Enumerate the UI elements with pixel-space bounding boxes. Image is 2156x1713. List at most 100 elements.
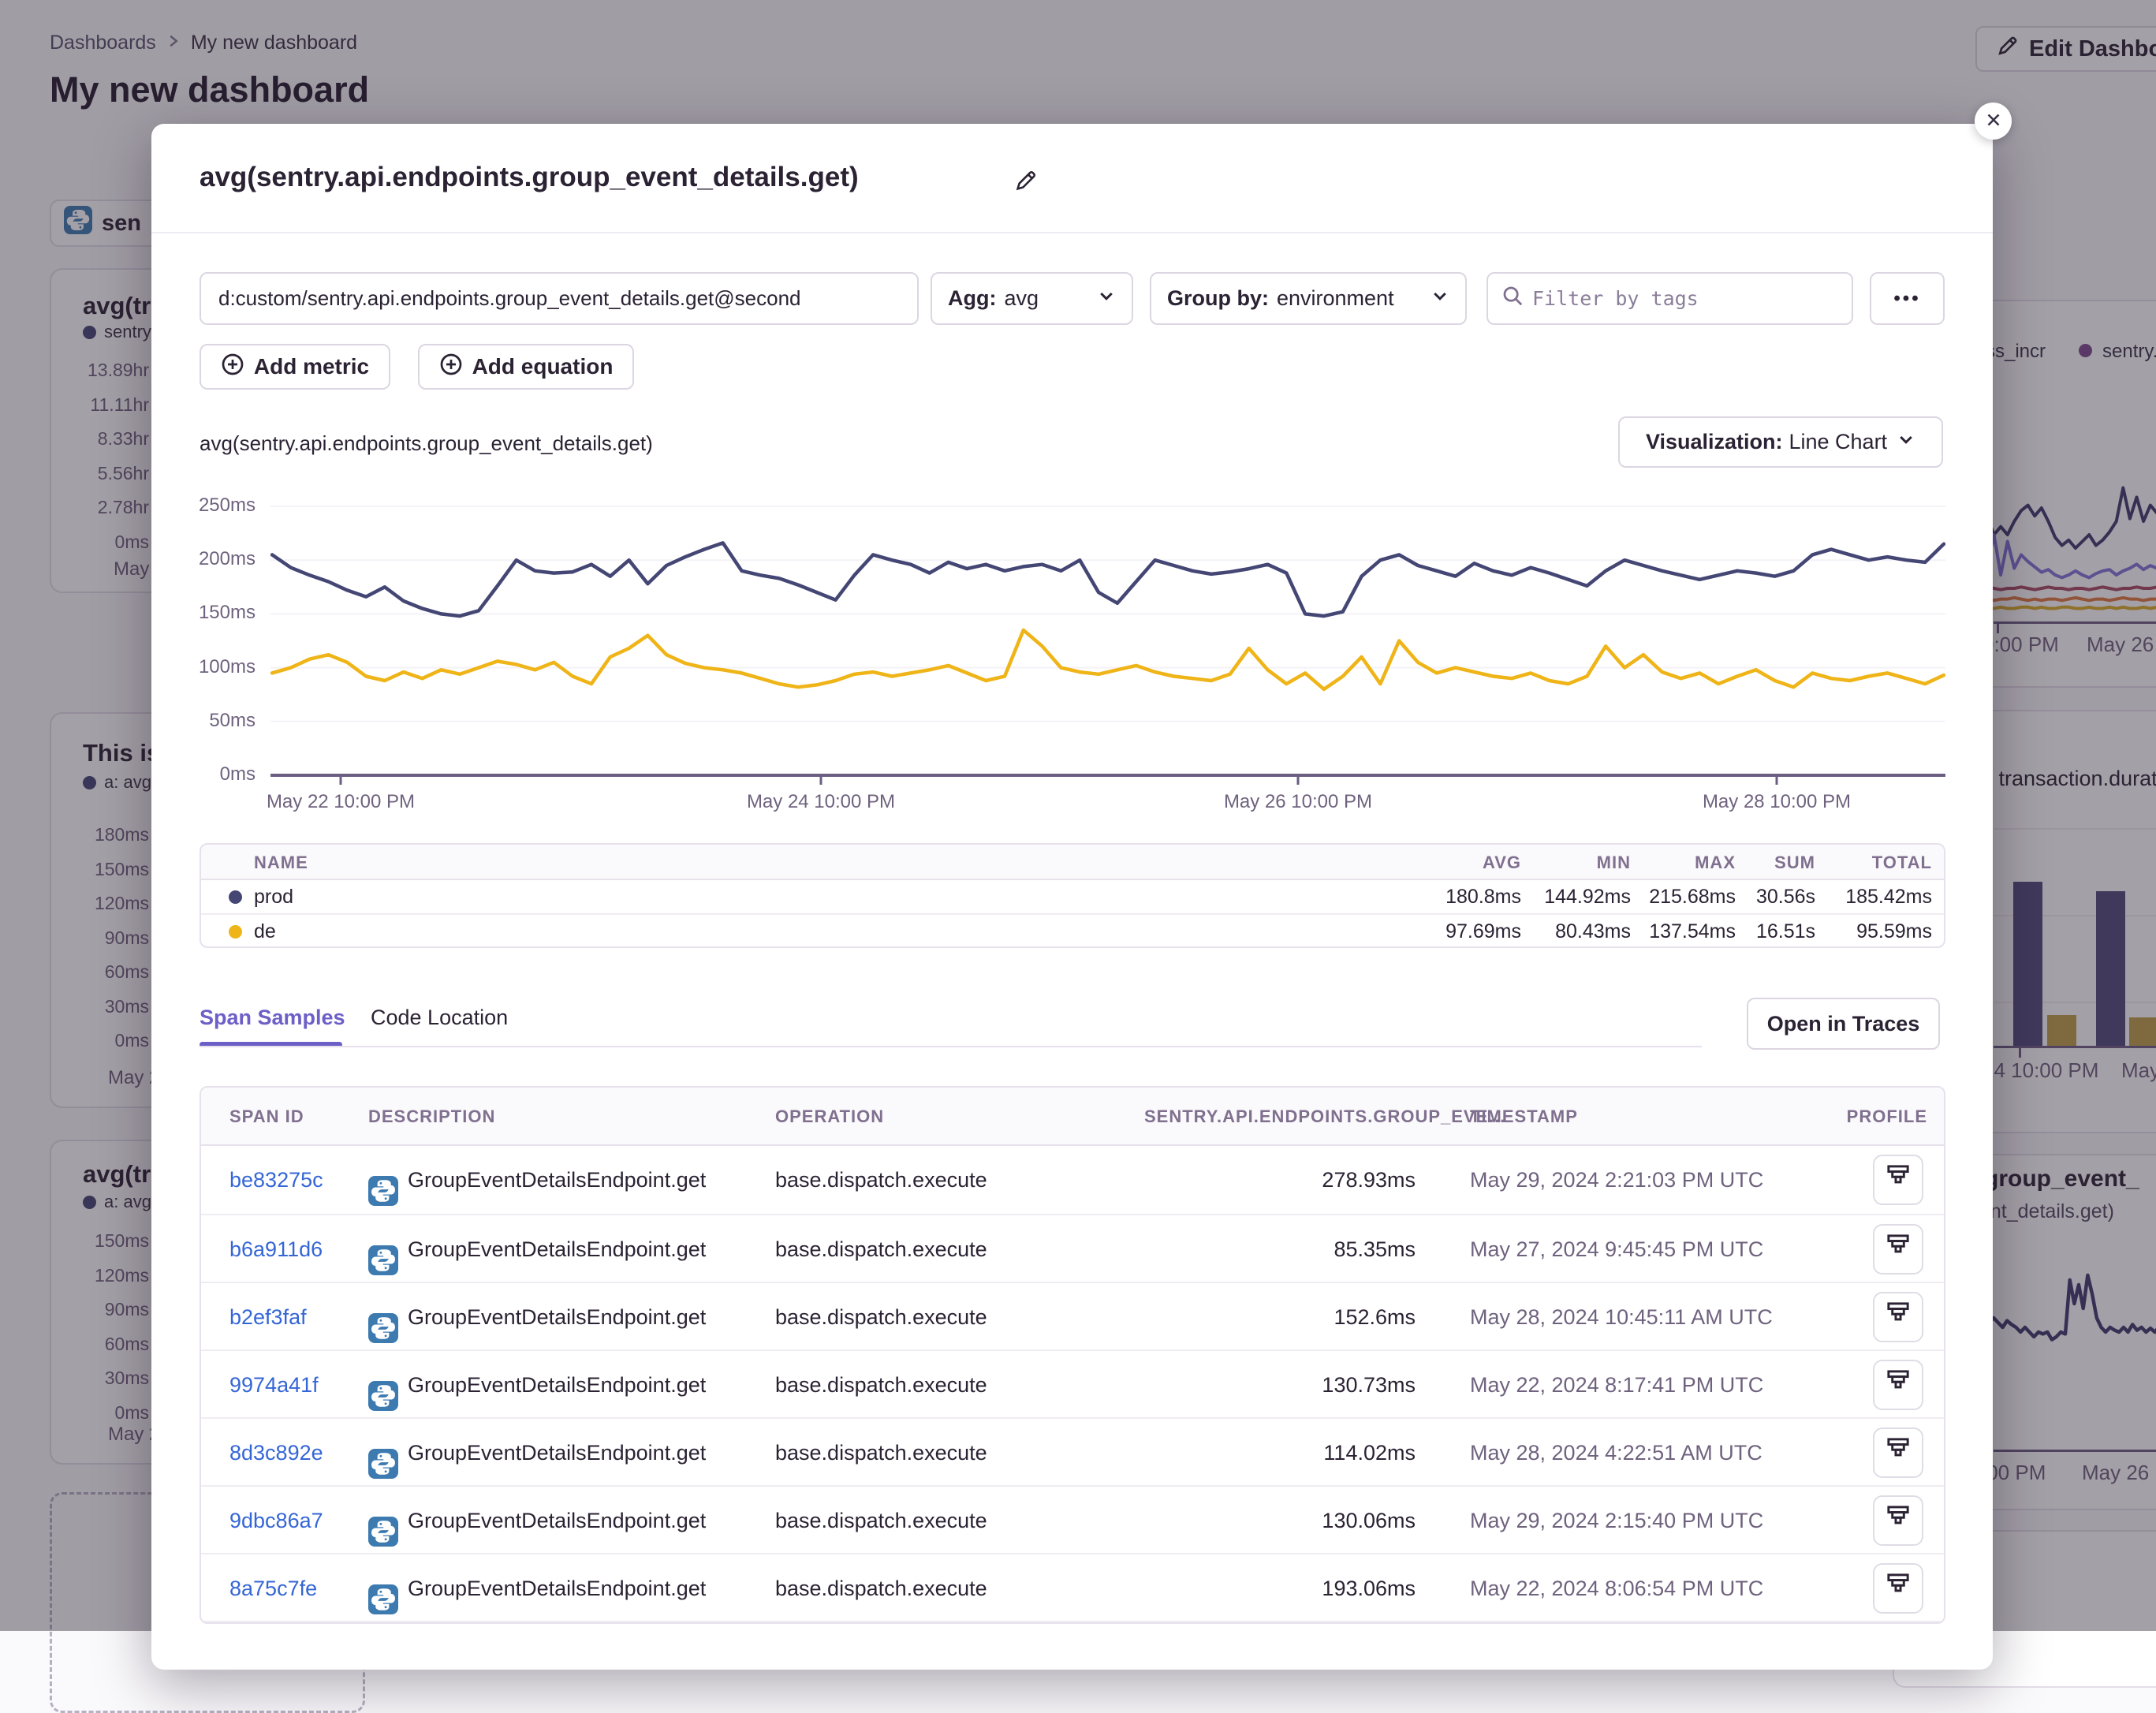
- span-sample-row[interactable]: be83275c GroupEventDetailsEndpoint.get b…: [201, 1146, 1944, 1214]
- axis-tick-label: May 26 10:00 PM: [1180, 791, 1416, 813]
- column-header[interactable]: AVG: [1395, 845, 1521, 880]
- span-duration-value: 278.93ms: [1147, 1146, 1416, 1214]
- flame-chart-icon: [1885, 1215, 1912, 1283]
- axis-tick-label: May 28 10:00 PM: [1658, 791, 1895, 813]
- span-operation: base.dispatch.execute: [775, 1146, 987, 1214]
- flame-chart-icon: [1885, 1146, 1912, 1214]
- span-id-link[interactable]: 8d3c892e: [229, 1419, 323, 1487]
- span-sample-row[interactable]: 8a75c7fe GroupEventDetailsEndpoint.get b…: [201, 1553, 1944, 1621]
- samples-rows: be83275c GroupEventDetailsEndpoint.get b…: [201, 1146, 1944, 1622]
- chevron-down-icon: [1430, 286, 1449, 311]
- span-sample-row[interactable]: b2ef3faf GroupEventDetailsEndpoint.get b…: [201, 1282, 1944, 1349]
- profile-button[interactable]: [1873, 1563, 1923, 1614]
- python-icon: [368, 1573, 398, 1624]
- chart-title: avg(sentry.api.endpoints.group_event_det…: [200, 431, 653, 456]
- tab-code-location[interactable]: Code Location: [371, 1006, 508, 1030]
- query-overflow-menu-button[interactable]: •••: [1870, 272, 1945, 325]
- open-in-traces-button[interactable]: Open in Traces: [1747, 998, 1940, 1050]
- y-axis: 250ms200ms150ms100ms50ms0ms: [151, 494, 256, 817]
- tab-span-samples[interactable]: Span Samples: [200, 1006, 345, 1030]
- span-operation: base.dispatch.execute: [775, 1351, 987, 1419]
- column-header[interactable]: SUM: [1689, 845, 1815, 880]
- column-header[interactable]: OPERATION: [775, 1088, 884, 1146]
- search-icon: [1501, 284, 1524, 313]
- profile-button[interactable]: [1873, 1495, 1923, 1546]
- header-divider: [151, 232, 1993, 233]
- column-header[interactable]: NAME: [254, 845, 308, 880]
- span-sample-row[interactable]: 9dbc86a7 GroupEventDetailsEndpoint.get b…: [201, 1485, 1944, 1553]
- series-total: 95.59ms: [1806, 915, 1932, 948]
- axis-tick-label: May 22 10:00 PM: [222, 791, 459, 813]
- span-sample-row[interactable]: b6a911d6 GroupEventDetailsEndpoint.get b…: [201, 1214, 1944, 1282]
- span-duration-value: 193.06ms: [1147, 1554, 1416, 1622]
- profile-button[interactable]: [1873, 1155, 1923, 1205]
- series-color-dot: [229, 890, 242, 904]
- span-description: GroupEventDetailsEndpoint.get: [408, 1419, 706, 1487]
- column-header[interactable]: PROFILE: [1801, 1088, 1927, 1146]
- flame-chart-icon: [1885, 1283, 1912, 1351]
- summary-header-row: NAME AVG MIN MAX SUM TOTAL: [201, 845, 1944, 880]
- span-duration-value: 85.35ms: [1147, 1215, 1416, 1283]
- plus-circle-icon: [439, 353, 463, 382]
- span-timestamp: May 22, 2024 8:06:54 PM UTC: [1470, 1554, 1763, 1622]
- flame-chart-icon: [1885, 1419, 1912, 1487]
- span-timestamp: May 29, 2024 2:15:40 PM UTC: [1470, 1487, 1763, 1554]
- span-id-link[interactable]: be83275c: [229, 1146, 323, 1214]
- axis-tick-label: 50ms: [151, 710, 256, 763]
- span-operation: base.dispatch.execute: [775, 1283, 987, 1351]
- modal-title: avg(sentry.api.endpoints.group_event_det…: [200, 162, 859, 193]
- aggregation-dropdown[interactable]: Agg:avg: [931, 272, 1133, 325]
- span-operation: base.dispatch.execute: [775, 1487, 987, 1554]
- column-header[interactable]: TOTAL: [1806, 845, 1932, 880]
- span-id-link[interactable]: b6a911d6: [229, 1215, 323, 1283]
- span-sample-row[interactable]: 8d3c892e GroupEventDetailsEndpoint.get b…: [201, 1417, 1944, 1485]
- span-description: GroupEventDetailsEndpoint.get: [408, 1554, 706, 1622]
- profile-button[interactable]: [1873, 1224, 1923, 1274]
- summary-row[interactable]: prod 180.8ms 144.92ms 215.68ms 30.56s 18…: [201, 880, 1944, 913]
- column-header[interactable]: TIMESTAMP: [1470, 1088, 1578, 1146]
- group-by-dropdown[interactable]: Group by:environment: [1150, 272, 1467, 325]
- span-duration-value: 152.6ms: [1147, 1283, 1416, 1351]
- span-operation: base.dispatch.execute: [775, 1554, 987, 1622]
- series-avg: 180.8ms: [1395, 880, 1521, 913]
- tab-divider: [200, 1046, 1702, 1047]
- aggregation-text: Agg:avg: [948, 286, 1039, 311]
- column-header[interactable]: SPAN ID: [229, 1088, 304, 1146]
- profile-button[interactable]: [1873, 1292, 1923, 1342]
- metric-line-chart[interactable]: [270, 489, 1945, 789]
- span-timestamp: May 22, 2024 8:17:41 PM UTC: [1470, 1351, 1763, 1419]
- tag-filter-input[interactable]: [1532, 287, 1839, 310]
- add-metric-button[interactable]: Add metric: [200, 344, 390, 390]
- series-sum: 30.56s: [1689, 880, 1815, 913]
- series-color-dot: [229, 925, 242, 939]
- edit-title-pencil-icon[interactable]: [1013, 168, 1039, 197]
- column-header[interactable]: DESCRIPTION: [368, 1088, 495, 1146]
- axis-tick-label: 100ms: [151, 656, 256, 710]
- column-header[interactable]: SENTRY.API.ENDPOINTS.GROUP_EVE…: [1144, 1088, 1412, 1146]
- axis-tick-label: 250ms: [151, 494, 256, 548]
- metric-query-input[interactable]: [200, 272, 919, 325]
- span-sample-row[interactable]: 9974a41f GroupEventDetailsEndpoint.get b…: [201, 1349, 1944, 1417]
- series-avg: 97.69ms: [1395, 915, 1521, 948]
- span-id-link[interactable]: 9dbc86a7: [229, 1487, 323, 1554]
- span-samples-table: SPAN ID DESCRIPTION OPERATION SENTRY.API…: [200, 1086, 1945, 1624]
- span-id-link[interactable]: 8a75c7fe: [229, 1554, 317, 1622]
- series-total: 185.42ms: [1806, 880, 1932, 913]
- group-by-text: Group by:environment: [1167, 286, 1394, 311]
- summary-row[interactable]: de 97.69ms 80.43ms 137.54ms 16.51s 95.59…: [201, 913, 1944, 946]
- span-duration-value: 114.02ms: [1147, 1419, 1416, 1487]
- profile-button[interactable]: [1873, 1428, 1923, 1478]
- axis-tick-label: 200ms: [151, 548, 256, 602]
- plus-circle-icon: [221, 353, 244, 382]
- span-id-link[interactable]: 9974a41f: [229, 1351, 319, 1419]
- chevron-down-icon: [1097, 286, 1116, 311]
- series-name: prod: [254, 880, 293, 913]
- close-modal-button[interactable]: [1975, 103, 2012, 140]
- visualization-dropdown[interactable]: Visualization:Line Chart: [1618, 416, 1943, 468]
- span-timestamp: May 27, 2024 9:45:45 PM UTC: [1470, 1215, 1763, 1283]
- add-equation-button[interactable]: Add equation: [418, 344, 634, 390]
- span-description: GroupEventDetailsEndpoint.get: [408, 1215, 706, 1283]
- span-id-link[interactable]: b2ef3faf: [229, 1283, 307, 1351]
- profile-button[interactable]: [1873, 1360, 1923, 1410]
- span-duration-value: 130.73ms: [1147, 1351, 1416, 1419]
